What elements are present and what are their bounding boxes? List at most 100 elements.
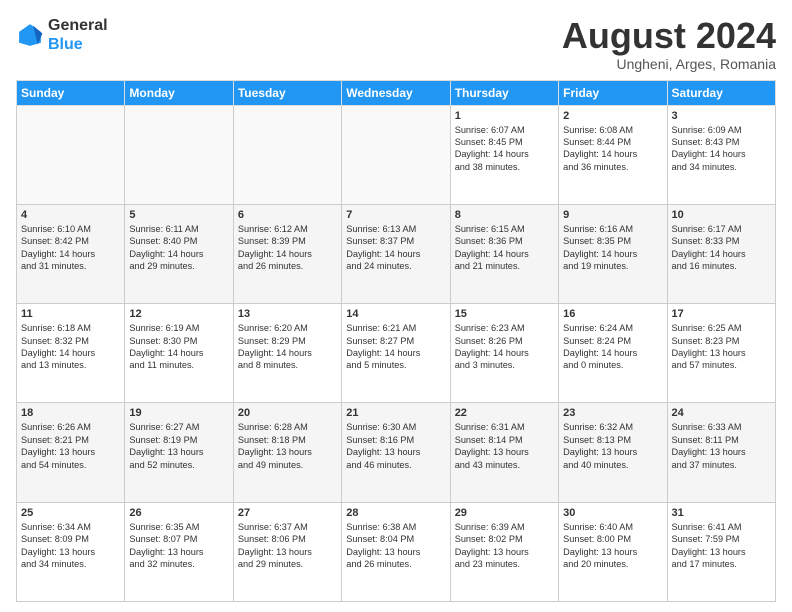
day-number: 10	[672, 209, 771, 221]
logo: General Blue	[16, 16, 108, 54]
header-day-thursday: Thursday	[450, 80, 558, 105]
day-number: 18	[21, 407, 120, 419]
calendar-cell: 20 Sunrise: 6:28 AMSunset: 8:18 PMDayligh…	[233, 403, 341, 502]
day-info: Sunrise: 6:25 AMSunset: 8:23 PMDaylight:…	[672, 322, 771, 372]
calendar-cell: 29 Sunrise: 6:39 AMSunset: 8:02 PMDayligh…	[450, 502, 558, 601]
calendar-week-2: 4 Sunrise: 6:10 AMSunset: 8:42 PMDaylight…	[17, 204, 776, 303]
calendar-cell: 21Sunrise: 6:30 AMSunset: 8:16 PMDayligh…	[342, 403, 450, 502]
day-number: 22	[455, 407, 554, 419]
day-number: 5	[129, 209, 228, 221]
calendar-cell: 3 Sunrise: 6:09 AMSunset: 8:43 PMDaylight…	[667, 105, 775, 204]
calendar-cell: 5 Sunrise: 6:11 AMSunset: 8:40 PMDaylight…	[125, 204, 233, 303]
day-info: Sunrise: 6:12 AMSunset: 8:39 PMDaylight:…	[238, 223, 337, 273]
day-info: Sunrise: 6:16 AMSunset: 8:35 PMDaylight:…	[563, 223, 662, 273]
day-number: 27	[238, 507, 337, 519]
day-number: 24	[672, 407, 771, 419]
day-number: 13	[238, 308, 337, 320]
day-info: Sunrise: 6:38 AMSunset: 8:04 PMDaylight:…	[346, 521, 445, 571]
day-number: 14	[346, 308, 445, 320]
header-day-monday: Monday	[125, 80, 233, 105]
day-number: 26	[129, 507, 228, 519]
day-info: Sunrise: 6:27 AMSunset: 8:19 PMDaylight:…	[129, 421, 228, 471]
calendar-cell	[233, 105, 341, 204]
day-number: 7	[346, 209, 445, 221]
calendar-cell: 30 Sunrise: 6:40 AMSunset: 8:00 PMDayligh…	[559, 502, 667, 601]
day-number: 8	[455, 209, 554, 221]
month-title: August 2024	[562, 16, 776, 56]
day-number: 29	[455, 507, 554, 519]
calendar-cell	[342, 105, 450, 204]
calendar-cell: 23Sunrise: 6:32 AMSunset: 8:13 PMDayligh…	[559, 403, 667, 502]
day-info: Sunrise: 6:35 AMSunset: 8:07 PMDaylight:…	[129, 521, 228, 571]
day-number: 25	[21, 507, 120, 519]
logo-icon	[16, 21, 44, 49]
day-info: Sunrise: 6:10 AMSunset: 8:42 PMDaylight:…	[21, 223, 120, 273]
calendar-cell: 13 Sunrise: 6:20 AMSunset: 8:29 PMDayligh…	[233, 304, 341, 403]
calendar-cell: 8 Sunrise: 6:15 AMSunset: 8:36 PMDaylight…	[450, 204, 558, 303]
day-number: 11	[21, 308, 120, 320]
day-info: Sunrise: 6:19 AMSunset: 8:30 PMDaylight:…	[129, 322, 228, 372]
day-info: Sunrise: 6:37 AMSunset: 8:06 PMDaylight:…	[238, 521, 337, 571]
page: General Blue August 2024 Ungheni, Arges,…	[0, 0, 792, 612]
calendar-cell: 10 Sunrise: 6:17 AMSunset: 8:33 PMDayligh…	[667, 204, 775, 303]
day-info: Sunrise: 6:31 AMSunset: 8:14 PMDaylight:…	[455, 421, 554, 471]
calendar-cell: 25Sunrise: 6:34 AMSunset: 8:09 PMDayligh…	[17, 502, 125, 601]
calendar-cell: 18Sunrise: 6:26 AMSunset: 8:21 PMDayligh…	[17, 403, 125, 502]
calendar-cell: 17Sunrise: 6:25 AMSunset: 8:23 PMDayligh…	[667, 304, 775, 403]
day-info: Sunrise: 6:15 AMSunset: 8:36 PMDaylight:…	[455, 223, 554, 273]
subtitle: Ungheni, Arges, Romania	[562, 56, 776, 72]
day-number: 20	[238, 407, 337, 419]
calendar-cell: 16Sunrise: 6:24 AMSunset: 8:24 PMDayligh…	[559, 304, 667, 403]
header: General Blue August 2024 Ungheni, Arges,…	[16, 16, 776, 72]
day-info: Sunrise: 6:39 AMSunset: 8:02 PMDaylight:…	[455, 521, 554, 571]
calendar-cell: 7 Sunrise: 6:13 AMSunset: 8:37 PMDaylight…	[342, 204, 450, 303]
calendar-week-4: 18Sunrise: 6:26 AMSunset: 8:21 PMDayligh…	[17, 403, 776, 502]
day-info: Sunrise: 6:28 AMSunset: 8:18 PMDaylight:…	[238, 421, 337, 471]
calendar-cell: 26 Sunrise: 6:35 AMSunset: 8:07 PMDayligh…	[125, 502, 233, 601]
calendar-week-5: 25Sunrise: 6:34 AMSunset: 8:09 PMDayligh…	[17, 502, 776, 601]
calendar-cell: 28 Sunrise: 6:38 AMSunset: 8:04 PMDayligh…	[342, 502, 450, 601]
day-number: 28	[346, 507, 445, 519]
logo-line2: Blue	[48, 35, 108, 54]
header-day-wednesday: Wednesday	[342, 80, 450, 105]
day-info: Sunrise: 6:40 AMSunset: 8:00 PMDaylight:…	[563, 521, 662, 571]
day-number: 21	[346, 407, 445, 419]
calendar-cell: 2 Sunrise: 6:08 AMSunset: 8:44 PMDaylight…	[559, 105, 667, 204]
day-number: 31	[672, 507, 771, 519]
day-info: Sunrise: 6:23 AMSunset: 8:26 PMDaylight:…	[455, 322, 554, 372]
day-number: 2	[563, 110, 662, 122]
calendar-cell: 19 Sunrise: 6:27 AMSunset: 8:19 PMDayligh…	[125, 403, 233, 502]
calendar-cell: 24Sunrise: 6:33 AMSunset: 8:11 PMDayligh…	[667, 403, 775, 502]
day-number: 19	[129, 407, 228, 419]
day-info: Sunrise: 6:07 AMSunset: 8:45 PMDaylight:…	[455, 124, 554, 174]
day-number: 4	[21, 209, 120, 221]
day-info: Sunrise: 6:09 AMSunset: 8:43 PMDaylight:…	[672, 124, 771, 174]
day-number: 3	[672, 110, 771, 122]
calendar-cell: 14 Sunrise: 6:21 AMSunset: 8:27 PMDayligh…	[342, 304, 450, 403]
day-number: 15	[455, 308, 554, 320]
header-day-friday: Friday	[559, 80, 667, 105]
calendar-cell: 12 Sunrise: 6:19 AMSunset: 8:30 PMDayligh…	[125, 304, 233, 403]
calendar-cell	[125, 105, 233, 204]
day-number: 30	[563, 507, 662, 519]
header-day-saturday: Saturday	[667, 80, 775, 105]
day-info: Sunrise: 6:08 AMSunset: 8:44 PMDaylight:…	[563, 124, 662, 174]
day-info: Sunrise: 6:13 AMSunset: 8:37 PMDaylight:…	[346, 223, 445, 273]
calendar-cell: 6Sunrise: 6:12 AMSunset: 8:39 PMDaylight…	[233, 204, 341, 303]
day-info: Sunrise: 6:41 AMSunset: 7:59 PMDaylight:…	[672, 521, 771, 571]
day-number: 12	[129, 308, 228, 320]
day-info: Sunrise: 6:32 AMSunset: 8:13 PMDaylight:…	[563, 421, 662, 471]
calendar-week-3: 11 Sunrise: 6:18 AMSunset: 8:32 PMDayligh…	[17, 304, 776, 403]
day-info: Sunrise: 6:21 AMSunset: 8:27 PMDaylight:…	[346, 322, 445, 372]
day-info: Sunrise: 6:18 AMSunset: 8:32 PMDaylight:…	[21, 322, 120, 372]
calendar-header-row: SundayMondayTuesdayWednesdayThursdayFrid…	[17, 80, 776, 105]
day-info: Sunrise: 6:20 AMSunset: 8:29 PMDaylight:…	[238, 322, 337, 372]
day-info: Sunrise: 6:11 AMSunset: 8:40 PMDaylight:…	[129, 223, 228, 273]
logo-line1: General	[48, 16, 108, 35]
day-info: Sunrise: 6:24 AMSunset: 8:24 PMDaylight:…	[563, 322, 662, 372]
calendar-cell: 9Sunrise: 6:16 AMSunset: 8:35 PMDaylight…	[559, 204, 667, 303]
day-info: Sunrise: 6:17 AMSunset: 8:33 PMDaylight:…	[672, 223, 771, 273]
title-block: August 2024 Ungheni, Arges, Romania	[562, 16, 776, 72]
calendar-cell: 4 Sunrise: 6:10 AMSunset: 8:42 PMDaylight…	[17, 204, 125, 303]
calendar-cell: 22 Sunrise: 6:31 AMSunset: 8:14 PMDayligh…	[450, 403, 558, 502]
